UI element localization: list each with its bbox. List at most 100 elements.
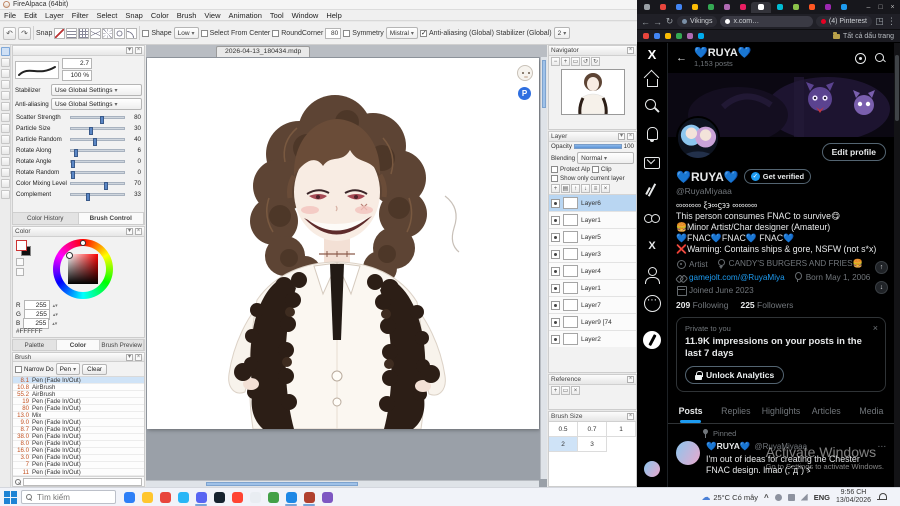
brush-list-item[interactable]: 11 Pen (Fade In/Out) <box>13 469 144 476</box>
snap-parallel-icon[interactable] <box>66 27 78 39</box>
maximize-button[interactable] <box>875 4 886 11</box>
brush-size-cell[interactable]: 0.7 <box>578 422 607 437</box>
stepper-icon[interactable]: ▴▾ <box>53 303 58 309</box>
clear-reference-icon[interactable] <box>571 386 580 395</box>
navigator-thumbnail[interactable] <box>560 69 625 115</box>
home-icon[interactable] <box>642 69 662 89</box>
panel-close-icon[interactable] <box>135 228 142 235</box>
start-button[interactable] <box>4 490 17 504</box>
brush-tool-icon[interactable] <box>0 47 10 56</box>
panel-close-icon[interactable] <box>135 47 142 54</box>
move-tool-icon[interactable] <box>0 146 10 155</box>
stepper-icon[interactable]: ▴▾ <box>53 312 58 318</box>
refresh-icon[interactable] <box>665 16 674 27</box>
taskbar-app-icon[interactable] <box>192 489 210 506</box>
browser-tab[interactable] <box>820 2 835 13</box>
communities-icon[interactable] <box>642 209 662 229</box>
protect-alpha-checkbox[interactable] <box>551 166 558 173</box>
stabilizer-select[interactable]: 2 <box>553 27 571 39</box>
brush-size-cell[interactable]: 0.5 <box>549 422 578 437</box>
slider-handle[interactable] <box>92 138 97 146</box>
menu-item[interactable]: Snap <box>121 11 147 20</box>
menu-item[interactable]: Filter <box>68 11 93 20</box>
blending-select[interactable]: Normal <box>577 152 634 164</box>
taskbar-app-icon[interactable] <box>138 489 156 506</box>
menu-item[interactable]: Tool <box>266 11 288 20</box>
premium-icon[interactable] <box>642 237 662 257</box>
forward-icon[interactable] <box>653 17 662 27</box>
fit-view-icon[interactable] <box>571 57 580 66</box>
scroll-down-button[interactable] <box>875 281 888 294</box>
antialiasing-setting-select[interactable]: Use Global Settings <box>51 98 142 110</box>
browser-tab[interactable] <box>671 2 686 13</box>
account-avatar[interactable] <box>644 461 660 477</box>
edit-profile-button[interactable]: Edit profile <box>821 143 886 161</box>
swap-colors-button[interactable] <box>16 258 24 266</box>
menu-item[interactable]: Window <box>288 11 323 20</box>
radar-icon[interactable] <box>854 52 866 64</box>
tray-icon[interactable] <box>774 493 782 501</box>
brush-size-cell[interactable]: 2 <box>549 437 578 452</box>
search-icon[interactable] <box>874 52 886 64</box>
roundcorner-input[interactable]: 80 <box>325 27 342 39</box>
minimize-button[interactable] <box>863 4 874 11</box>
address-pill[interactable]: (4) Pinterest <box>815 16 872 27</box>
select-from-center-checkbox[interactable] <box>200 29 208 37</box>
menu-item[interactable]: Color <box>147 11 173 20</box>
followers-stat[interactable]: 225 Followers <box>740 300 793 310</box>
layer-visibility-icon[interactable] <box>551 215 560 225</box>
zoom-tool-icon[interactable] <box>0 190 10 199</box>
panel-close-icon[interactable] <box>627 413 634 420</box>
menu-item[interactable]: Select <box>92 11 121 20</box>
airbrush-tool-icon[interactable] <box>0 80 10 89</box>
layer-row[interactable]: Layer7 <box>549 297 636 314</box>
all-bookmarks[interactable]: Tất cả dấu trang <box>833 31 894 40</box>
layer-visibility-icon[interactable] <box>551 249 560 259</box>
slider-handle[interactable] <box>86 193 91 201</box>
alpaca-sticker-icon[interactable] <box>517 65 533 81</box>
move-layer-up-icon[interactable] <box>571 184 580 193</box>
clipping-checkbox[interactable] <box>591 166 599 173</box>
taskbar-app-icon[interactable] <box>318 489 336 506</box>
transparent-color-button[interactable] <box>16 268 24 276</box>
pen-tool-icon[interactable] <box>0 69 10 78</box>
fill-tool-icon[interactable] <box>0 91 10 100</box>
panel-close-icon[interactable] <box>627 47 634 54</box>
brush-search-input[interactable] <box>23 477 142 486</box>
browser-tab[interactable] <box>751 1 771 13</box>
close-button[interactable] <box>887 4 898 11</box>
browser-tab[interactable] <box>719 2 734 13</box>
address-pill[interactable]: Vikings <box>677 16 718 27</box>
layer-row[interactable]: Layer3 <box>549 246 636 263</box>
panel-menu-icon[interactable] <box>126 47 133 54</box>
slider-handle[interactable] <box>99 116 104 124</box>
layer-visibility-icon[interactable] <box>551 232 560 242</box>
saturation-value-picker[interactable] <box>66 252 98 284</box>
document-tab[interactable]: 2026-04-13_180434.mdp <box>216 46 311 57</box>
taskbar-app-icon[interactable] <box>156 489 174 506</box>
layer-row[interactable]: Layer5 <box>549 229 636 246</box>
lasso-tool-icon[interactable] <box>0 124 10 133</box>
slider-handle[interactable] <box>89 127 94 135</box>
add-layer-icon[interactable] <box>551 184 560 193</box>
slider-track[interactable] <box>70 193 125 201</box>
browser-tab[interactable] <box>687 2 702 13</box>
layer-row[interactable]: Layer4 <box>549 263 636 280</box>
search-icon[interactable] <box>642 97 662 117</box>
brush-opacity-input[interactable]: 100 % <box>62 70 92 81</box>
gradient-tool-icon[interactable] <box>0 102 10 111</box>
menu-item[interactable]: Animation <box>225 11 266 20</box>
taskbar-app-icon[interactable] <box>246 489 264 506</box>
taskbar-app-icon[interactable] <box>120 489 138 506</box>
slider-track[interactable] <box>70 116 125 124</box>
language-indicator[interactable]: ENG <box>814 493 830 502</box>
bookmark-icon[interactable] <box>698 33 704 39</box>
select-tool-icon[interactable] <box>0 113 10 122</box>
taskbar-app-icon[interactable] <box>300 489 318 506</box>
rotate-right-icon[interactable] <box>591 57 600 66</box>
symmetry-checkbox[interactable] <box>343 29 351 37</box>
more-icon[interactable] <box>878 441 887 452</box>
hand-tool-icon[interactable] <box>0 179 10 188</box>
eraser-tool-icon[interactable] <box>0 58 10 67</box>
following-stat[interactable]: 209 Following <box>676 300 728 310</box>
